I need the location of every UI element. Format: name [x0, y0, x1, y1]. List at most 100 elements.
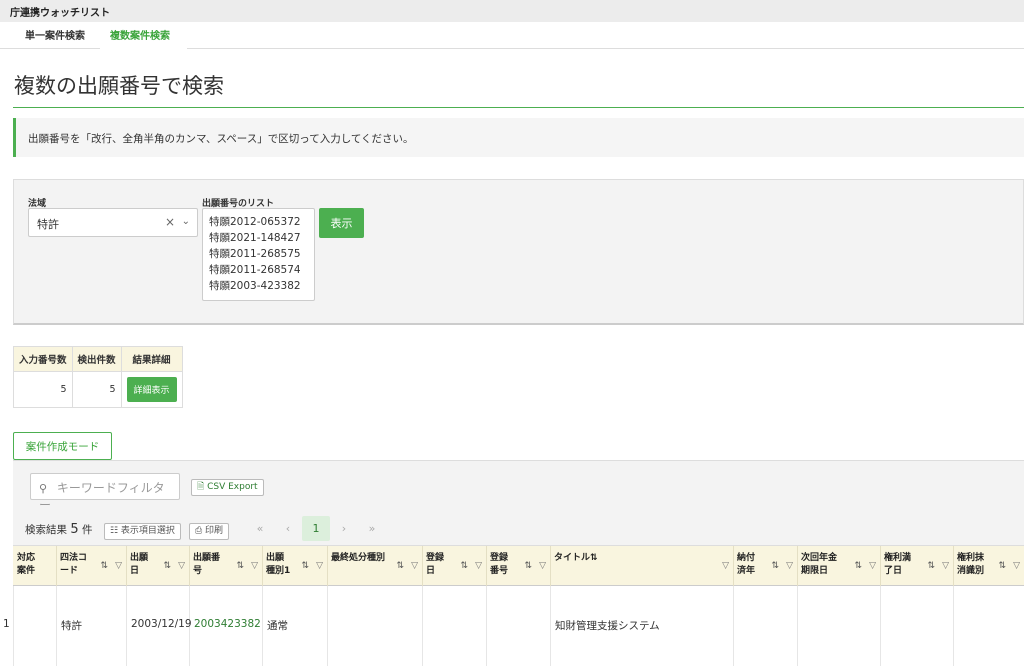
column-header-label: 出願日	[130, 552, 156, 578]
pager-last[interactable]: »	[358, 516, 386, 541]
list-item: 特願2012-065372	[209, 214, 308, 230]
column-header[interactable]: 対応案件	[14, 546, 57, 586]
sort-icon[interactable]: ⇅	[100, 560, 108, 573]
column-header-label: 最終処分種別	[331, 552, 386, 565]
column-header[interactable]: 登録番号 ⇅ ▽	[487, 546, 551, 586]
column-header-label: 納付済年	[737, 552, 763, 578]
table-cell	[423, 586, 487, 666]
found-count: 5	[72, 372, 121, 408]
tab-multi-search[interactable]: 複数案件検索	[110, 27, 170, 42]
pager-prev[interactable]: ‹	[274, 516, 302, 541]
filter-icon[interactable]: ▽	[411, 560, 418, 573]
keyword-placeholder: キーワードフィルター	[39, 481, 165, 512]
pager-next[interactable]: ›	[330, 516, 358, 541]
column-header[interactable]: 権利満了日 ⇅ ▽	[881, 546, 954, 586]
column-header[interactable]: 納付済年 ⇅ ▽	[734, 546, 798, 586]
result-suffix: 件	[82, 524, 93, 536]
result-count-number: 5	[70, 522, 78, 537]
search-icon: ⚲	[39, 482, 47, 495]
sort-icon[interactable]: ⇅	[460, 560, 468, 573]
table-cell	[734, 586, 798, 666]
column-header-label: 出願番号	[193, 552, 226, 578]
filter-icon[interactable]: ▽	[1013, 560, 1020, 573]
table-cell	[14, 586, 57, 666]
column-header-label: 四法コード	[60, 552, 90, 578]
filter-icon[interactable]: ▽	[115, 560, 122, 573]
list-item: 特願2011-268574	[209, 262, 308, 278]
table-cell	[798, 586, 881, 666]
case-creation-mode-button[interactable]: 案件作成モード	[13, 432, 112, 460]
column-header-label: 登録番号	[490, 552, 516, 578]
filter-icon[interactable]: ▽	[722, 560, 729, 573]
summary-header: 入力番号数	[14, 347, 73, 372]
sort-icon[interactable]: ⇅	[927, 560, 935, 573]
show-button[interactable]: 表示	[319, 208, 364, 238]
application-number-list[interactable]: 特願2012-065372 特願2021-148427 特願2011-26857…	[202, 208, 315, 301]
column-header-label: 対応案件	[17, 552, 43, 578]
column-header-label: 出願種別1	[266, 552, 292, 578]
sort-icon[interactable]: ⇅	[236, 560, 244, 573]
chevron-down-icon[interactable]: ⌄	[182, 216, 190, 227]
grid-body: 1特許2003/12/192003423382通常知財管理支援システム	[0, 586, 1024, 664]
app-title: 庁連携ウォッチリスト	[10, 8, 110, 19]
column-header[interactable]: 最終処分種別 ⇅ ▽	[328, 546, 423, 586]
row-number: 1	[0, 586, 14, 666]
tab-single-search[interactable]: 単一案件検索	[25, 27, 85, 42]
column-header-label: タイトル⇅	[554, 552, 634, 565]
notice-box: 出願番号を「改行、全角半角のカンマ、スペース」で区切って入力してください。	[13, 118, 1024, 157]
sort-icon[interactable]: ⇅	[163, 560, 171, 573]
notice-text: 出願番号を「改行、全角半角のカンマ、スペース」で区切って入力してください。	[28, 133, 414, 145]
filter-icon[interactable]: ▽	[316, 560, 323, 573]
pager-first[interactable]: «	[246, 516, 274, 541]
filter-icon[interactable]: ▽	[475, 560, 482, 573]
sort-icon[interactable]: ⇅	[854, 560, 862, 573]
filter-icon[interactable]: ▽	[178, 560, 185, 573]
column-header[interactable]: タイトル⇅ ▽	[551, 546, 734, 586]
result-count: 検索結果 5 件	[25, 522, 92, 537]
pager-page-1[interactable]: 1	[302, 516, 330, 541]
sort-icon[interactable]: ⇅	[396, 560, 404, 573]
table-cell: 特許	[57, 586, 127, 666]
input-count: 5	[14, 372, 73, 408]
column-header-label: 権利満了日	[884, 552, 917, 578]
column-header[interactable]: 次回年金期限日 ⇅ ▽	[798, 546, 881, 586]
column-select-button[interactable]: ☷ 表示項目選択	[104, 523, 181, 540]
result-prefix: 検索結果	[25, 524, 67, 536]
application-number-link[interactable]: 2003423382	[190, 586, 263, 666]
filter-icon[interactable]: ▽	[251, 560, 258, 573]
column-header-label: 権利抹消識別	[957, 552, 988, 578]
column-header[interactable]: 出願番号 ⇅ ▽	[190, 546, 263, 586]
clear-icon[interactable]: ×	[165, 215, 175, 229]
sort-icon[interactable]: ⇅	[524, 560, 532, 573]
table-cell	[328, 586, 423, 666]
title-divider	[13, 107, 1024, 108]
active-tab-indicator	[100, 47, 187, 49]
table-cell	[954, 586, 1024, 666]
print-button[interactable]: ⎙ 印刷	[189, 523, 229, 540]
column-header[interactable]: 権利抹消識別 ⇅ ▽	[954, 546, 1024, 586]
hoiki-select[interactable]: 特許 × ⌄	[28, 208, 198, 237]
keyword-filter-input[interactable]: ⚲ キーワードフィルター	[30, 473, 180, 500]
sort-icon[interactable]: ⇅	[998, 560, 1006, 573]
column-header[interactable]: 出願種別1 ⇅ ▽	[263, 546, 328, 586]
detail-cell: 詳細表示	[121, 372, 182, 408]
detail-button[interactable]: 詳細表示	[127, 377, 177, 402]
filter-icon[interactable]: ▽	[942, 560, 949, 573]
column-header[interactable]: 登録日⇅▽	[423, 546, 487, 586]
filter-icon[interactable]: ▽	[786, 560, 793, 573]
csv-export-button[interactable]: 🗎 CSV Export	[191, 479, 264, 496]
hoiki-value: 特許	[37, 218, 59, 231]
column-header[interactable]: 四法コード ⇅ ▽	[57, 546, 127, 586]
table-cell	[487, 586, 551, 666]
filter-icon[interactable]: ▽	[539, 560, 546, 573]
sort-icon[interactable]: ⇅	[771, 560, 779, 573]
sort-icon[interactable]: ⇅	[301, 560, 309, 573]
column-header[interactable]: 出願日 ⇅ ▽	[127, 546, 190, 586]
pager: « ‹ 1 › »	[246, 516, 386, 541]
app-title-bar: 庁連携ウォッチリスト	[0, 0, 1024, 22]
results-grid-panel: ⚲ キーワードフィルター 🗎 CSV Export 検索結果 5 件 ☷ 表示項…	[13, 460, 1024, 664]
page-title: 複数の出願番号で検索	[14, 70, 224, 100]
column-header-label: 次回年金期限日	[801, 552, 844, 578]
filter-icon[interactable]: ▽	[869, 560, 876, 573]
summary-table: 入力番号数 検出件数 結果詳細 5 5 詳細表示	[13, 346, 183, 408]
